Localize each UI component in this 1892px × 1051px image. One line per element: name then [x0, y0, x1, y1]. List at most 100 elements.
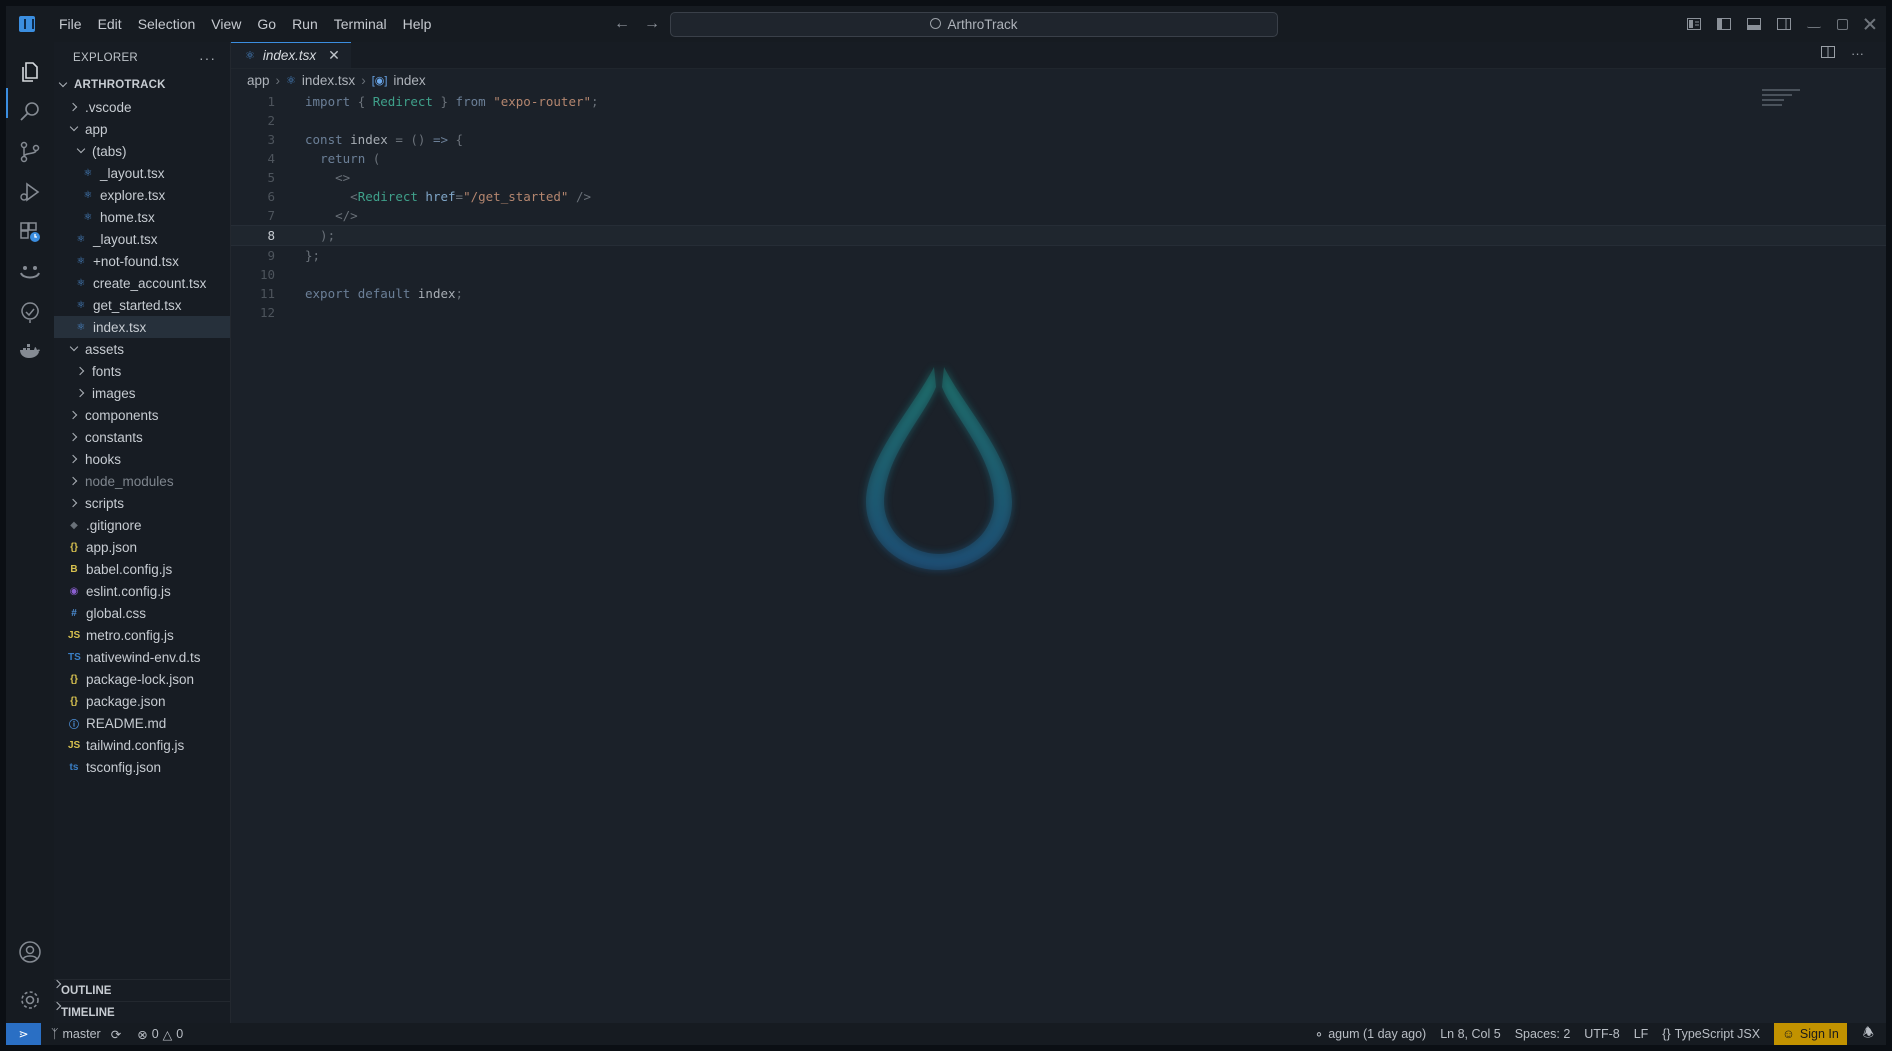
outline-section[interactable]: OUTLINE — [54, 979, 230, 1002]
toggle-secondary-sidebar-icon[interactable] — [1777, 18, 1791, 30]
remote-indicator-icon[interactable]: ⋗ — [6, 1023, 41, 1045]
menu-file[interactable]: File — [51, 6, 90, 42]
split-editor-icon[interactable] — [1821, 46, 1835, 58]
more-actions-icon[interactable]: ··· — [1851, 46, 1864, 61]
folder-item[interactable]: scripts — [54, 492, 230, 514]
file-item[interactable]: ts tsconfig.json — [54, 756, 230, 778]
code-line[interactable]: 5 <> — [231, 168, 1886, 187]
minimize-icon[interactable] — [1807, 20, 1821, 28]
file-item[interactable]: ⚛ _layout.tsx — [54, 162, 230, 184]
code-line[interactable]: 7 </> — [231, 206, 1886, 225]
file-item[interactable]: ⚛ _layout.tsx — [54, 228, 230, 250]
code-line[interactable]: 10 — [231, 265, 1886, 284]
explorer-icon[interactable] — [18, 60, 42, 84]
file-item[interactable]: {} app.json — [54, 536, 230, 558]
code-line[interactable]: 8 ); — [231, 225, 1886, 246]
sign-in-button[interactable]: ☺ Sign In — [1774, 1023, 1847, 1045]
search-activity-icon[interactable] — [18, 100, 42, 124]
git-blame[interactable]: ⚬ agum (1 day ago) — [1314, 1027, 1426, 1042]
folder-item[interactable]: components — [54, 404, 230, 426]
file-item[interactable]: # global.css — [54, 602, 230, 624]
maximize-icon[interactable] — [1837, 18, 1848, 30]
forward-arrow-icon[interactable]: → — [644, 15, 660, 33]
file-item[interactable]: {} package-lock.json — [54, 668, 230, 690]
code-line[interactable]: 11 export default index; — [231, 284, 1886, 303]
language-mode[interactable]: {} TypeScript JSX — [1662, 1027, 1760, 1041]
explorer-more-actions[interactable]: ··· — [199, 50, 216, 66]
breadcrumb-file[interactable]: index.tsx — [302, 73, 355, 88]
folder-item[interactable]: app — [54, 118, 230, 140]
breadcrumb-symbol[interactable]: index — [393, 73, 425, 88]
file-item[interactable]: Bbabel.config.js — [54, 558, 230, 580]
end-of-line[interactable]: LF — [1634, 1027, 1649, 1041]
file-item[interactable]: TS nativewind-env.d.ts — [54, 646, 230, 668]
tree-item-label: +not-found.tsx — [93, 253, 179, 269]
project-root[interactable]: ARTHROTRACK — [54, 74, 230, 96]
folder-item[interactable]: .vscode — [54, 96, 230, 118]
copilot-icon[interactable] — [18, 260, 42, 284]
sync-icon[interactable]: ⟳ — [111, 1027, 121, 1042]
folder-item[interactable]: assets — [54, 338, 230, 360]
cursor-position[interactable]: Ln 8, Col 5 — [1440, 1027, 1500, 1041]
active-indicator — [6, 88, 8, 118]
file-item[interactable]: ◉ eslint.config.js — [54, 580, 230, 602]
folder-item[interactable]: fonts — [54, 360, 230, 382]
menu-terminal[interactable]: Terminal — [326, 6, 395, 42]
file-item[interactable]: JS metro.config.js — [54, 624, 230, 646]
folder-item[interactable]: hooks — [54, 448, 230, 470]
file-item[interactable]: ⚛ index.tsx — [54, 316, 230, 338]
menu-edit[interactable]: Edit — [90, 6, 130, 42]
toggle-panel-icon[interactable] — [1747, 18, 1761, 30]
close-tab-icon[interactable]: ✕ — [328, 47, 340, 64]
code-line[interactable]: 1 import { Redirect } from "expo-router"; — [231, 92, 1886, 111]
encoding[interactable]: UTF-8 — [1584, 1027, 1619, 1041]
accounts-icon[interactable] — [18, 940, 42, 964]
tab-index-tsx[interactable]: ⚛ index.tsx ✕ — [231, 42, 351, 68]
customize-layout-icon[interactable] — [1687, 18, 1701, 30]
menu-selection[interactable]: Selection — [130, 6, 204, 42]
code-line[interactable]: 12 — [231, 303, 1886, 322]
minimap[interactable] — [1762, 89, 1802, 119]
back-arrow-icon[interactable]: ← — [614, 15, 630, 33]
breadcrumb-folder[interactable]: app — [247, 73, 270, 88]
toggle-primary-sidebar-icon[interactable] — [1717, 18, 1731, 30]
code-line[interactable]: 2 — [231, 111, 1886, 130]
command-center-search[interactable]: ArthroTrack — [670, 12, 1278, 37]
menu-help[interactable]: Help — [395, 6, 440, 42]
folder-item[interactable]: images — [54, 382, 230, 404]
file-item[interactable]: JS tailwind.config.js — [54, 734, 230, 756]
code-editor[interactable]: 1 import { Redirect } from "expo-router";… — [231, 92, 1886, 322]
settings-gear-icon[interactable] — [18, 988, 42, 1012]
menu-run[interactable]: Run — [284, 6, 326, 42]
notifications-bell-icon[interactable]: 🕭 — [1863, 1024, 1874, 1045]
file-item[interactable]: ◆ .gitignore — [54, 514, 230, 536]
folder-item[interactable]: node_modules — [54, 470, 230, 492]
file-item[interactable]: ⚛ home.tsx — [54, 206, 230, 228]
code-line[interactable]: 6 <Redirect href="/get_started" /> — [231, 187, 1886, 206]
folder-item[interactable]: (tabs) — [54, 140, 230, 162]
code-line[interactable]: 3 const index = () => { — [231, 130, 1886, 149]
file-item[interactable]: ⓘ README.md — [54, 712, 230, 734]
file-item[interactable]: ⚛ get_started.tsx — [54, 294, 230, 316]
file-item[interactable]: ⚛ explore.tsx — [54, 184, 230, 206]
branch-indicator[interactable]: ᛉ master ⟳ — [51, 1027, 121, 1042]
file-item[interactable]: {} package.json — [54, 690, 230, 712]
menu-view[interactable]: View — [203, 6, 249, 42]
tree-item-label: global.css — [86, 605, 147, 621]
indentation[interactable]: Spaces: 2 — [1515, 1027, 1571, 1041]
code-line[interactable]: 9}; — [231, 246, 1886, 265]
extensions-icon[interactable] — [18, 220, 42, 244]
js-file-icon: JS — [68, 739, 81, 751]
file-item[interactable]: ⚛ create_account.tsx — [54, 272, 230, 294]
problems-indicator[interactable]: ⊗ 0 △ 0 — [137, 1027, 183, 1042]
close-window-icon[interactable] — [1864, 18, 1876, 30]
timeline-section[interactable]: TIMELINE — [54, 1001, 230, 1024]
testing-icon[interactable] — [18, 300, 42, 324]
folder-item[interactable]: constants — [54, 426, 230, 448]
docker-icon[interactable] — [18, 340, 42, 364]
code-line[interactable]: 4 return ( — [231, 149, 1886, 168]
menu-go[interactable]: Go — [249, 6, 284, 42]
file-item[interactable]: ⚛ +not-found.tsx — [54, 250, 230, 272]
run-debug-icon[interactable] — [18, 180, 42, 204]
source-control-icon[interactable] — [18, 140, 42, 164]
